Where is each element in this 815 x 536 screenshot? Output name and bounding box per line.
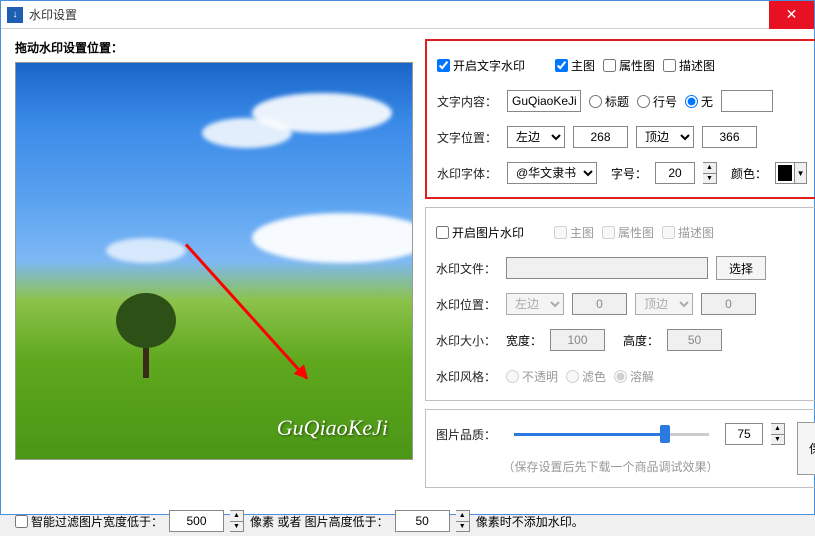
- filter-height-input[interactable]: [395, 510, 450, 532]
- img-attr-checkbox: 属性图: [602, 224, 654, 241]
- img-main-checkbox: 主图: [554, 224, 594, 241]
- preview-canvas[interactable]: GuQiaoKeJi: [15, 62, 413, 460]
- image-watermark-panel: 开启图片水印 主图 属性图 描述图 水印文件： 选择 水印位置： 左边 顶边: [425, 207, 815, 401]
- filter-row: 智能过滤图片宽度低于： ▲▼ 像素 或者 图片高度低于： ▲▼ 像素时不添加水印…: [1, 506, 814, 536]
- drag-position-label: 拖动水印设置位置：: [15, 39, 413, 56]
- filter-width-spinner[interactable]: ▲▼: [230, 510, 244, 532]
- img-pos-y-input: [701, 293, 756, 315]
- filter-height-spinner[interactable]: ▲▼: [456, 510, 470, 532]
- font-size-spinner[interactable]: ▲▼: [703, 162, 717, 184]
- close-button[interactable]: ✕: [769, 1, 814, 29]
- radio-dissolve: 溶解: [614, 368, 654, 385]
- quality-slider[interactable]: [514, 433, 709, 436]
- text-content-input[interactable]: [507, 90, 581, 112]
- enable-image-wm-checkbox[interactable]: 开启图片水印: [436, 224, 524, 241]
- text-content-label: 文字内容：: [437, 93, 499, 110]
- pos-x-select[interactable]: 左边: [507, 126, 565, 148]
- text-watermark-panel: 开启文字水印 主图 属性图 描述图 文字内容： 标题 行号 无 文字位置： 左边: [425, 39, 815, 199]
- quality-label: 图片品质：: [436, 426, 498, 443]
- img-style-label: 水印风格：: [436, 368, 498, 385]
- img-pos-label: 水印位置：: [436, 296, 498, 313]
- watermark-preview-text[interactable]: GuQiaoKeJi: [277, 415, 388, 441]
- quality-hint: （保存设置后先下载一个商品调试效果）: [436, 458, 785, 475]
- img-size-label: 水印大小：: [436, 332, 498, 349]
- img-pos-x-select: 左边: [506, 293, 564, 315]
- font-label: 水印字体：: [437, 165, 499, 182]
- save-settings-button[interactable]: 保存设置: [797, 422, 815, 475]
- color-label: 颜色：: [731, 165, 767, 182]
- quality-input[interactable]: [725, 423, 763, 445]
- img-height-input: [667, 329, 722, 351]
- text-extra-input[interactable]: [721, 90, 773, 112]
- enable-text-wm-checkbox[interactable]: 开启文字水印: [437, 57, 525, 74]
- color-picker[interactable]: ▼: [775, 162, 807, 184]
- radio-none[interactable]: 无: [685, 93, 713, 110]
- annotation-arrow: [185, 243, 308, 379]
- text-position-label: 文字位置：: [437, 129, 499, 146]
- main-image-checkbox[interactable]: 主图: [555, 57, 595, 74]
- radio-title[interactable]: 标题: [589, 93, 629, 110]
- pos-x-input[interactable]: [573, 126, 628, 148]
- radio-filter: 滤色: [566, 368, 606, 385]
- watermark-settings-window: ↓ 水印设置 ✕ 拖动水印设置位置： GuQiaoKeJi 开启文字水印 主图 …: [0, 0, 815, 515]
- pos-y-select[interactable]: 顶边: [636, 126, 694, 148]
- filter-width-input[interactable]: [169, 510, 224, 532]
- img-width-input: [550, 329, 605, 351]
- pos-y-input[interactable]: [702, 126, 757, 148]
- wm-file-input: [506, 257, 708, 279]
- smart-filter-checkbox[interactable]: 智能过滤图片宽度低于：: [15, 513, 163, 530]
- img-pos-y-select: 顶边: [635, 293, 693, 315]
- quality-spinner[interactable]: ▲▼: [771, 423, 785, 445]
- img-pos-x-input: [572, 293, 627, 315]
- window-title: 水印设置: [29, 6, 769, 23]
- browse-button[interactable]: 选择: [716, 256, 766, 280]
- app-icon: ↓: [7, 7, 23, 23]
- radio-opaque: 不透明: [506, 368, 558, 385]
- font-select[interactable]: @华文隶书: [507, 162, 597, 184]
- titlebar: ↓ 水印设置 ✕: [1, 1, 814, 29]
- desc-image-checkbox[interactable]: 描述图: [663, 57, 715, 74]
- quality-panel: 图片品质： ▲▼ （保存设置后先下载一个商品调试效果） 保存设置: [425, 409, 815, 488]
- img-desc-checkbox: 描述图: [662, 224, 714, 241]
- font-size-input[interactable]: [655, 162, 695, 184]
- radio-line[interactable]: 行号: [637, 93, 677, 110]
- wm-file-label: 水印文件：: [436, 260, 498, 277]
- attr-image-checkbox[interactable]: 属性图: [603, 57, 655, 74]
- font-size-label: 字号：: [611, 165, 647, 182]
